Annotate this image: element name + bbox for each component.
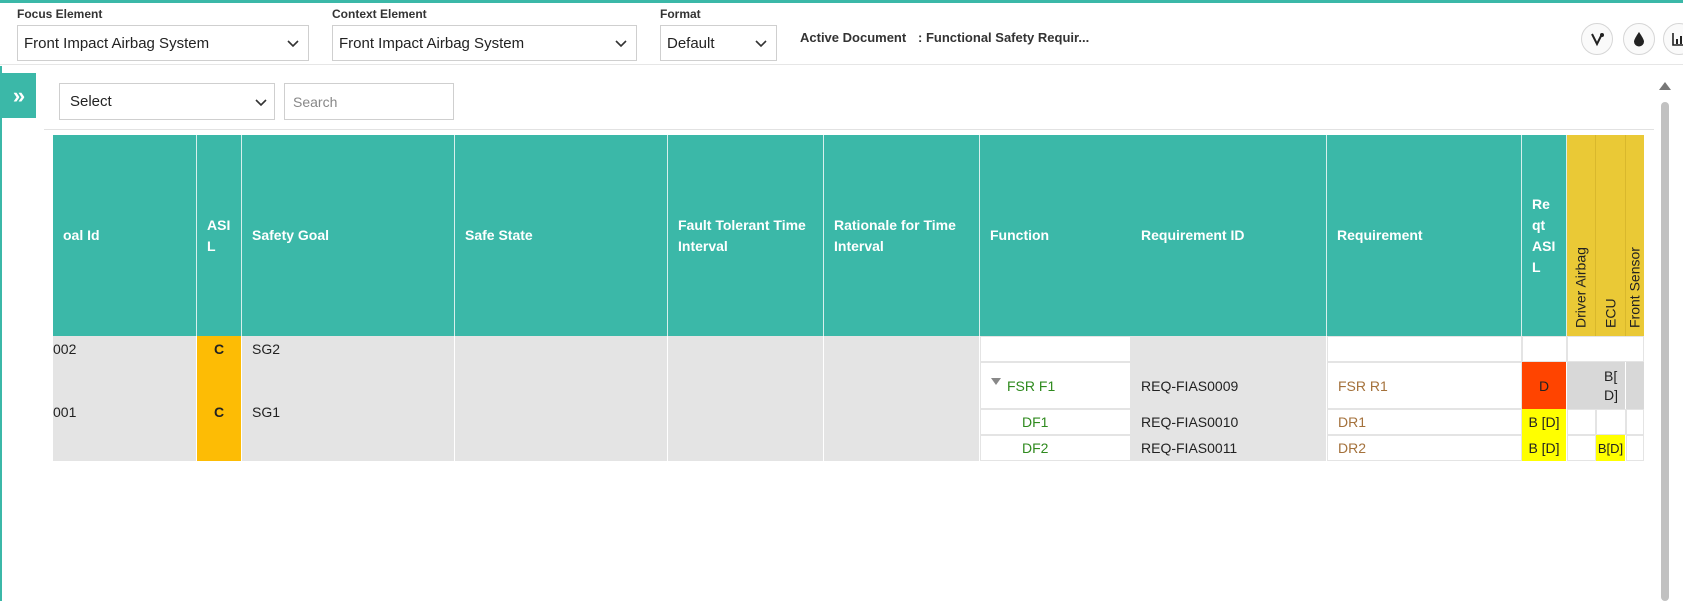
table-cell-requirement-id[interactable]: REQ-FIAS0009 [1131, 362, 1327, 409]
table-cell-rationale[interactable] [824, 336, 980, 362]
header-ftti[interactable]: Fault Tolerant Time Interval [668, 135, 824, 336]
active-document-value: : Functional Safety Requir... [918, 30, 1090, 45]
table-cell-safe-state[interactable] [455, 362, 668, 461]
table-cell-safe-state[interactable] [455, 336, 668, 362]
focus-element-select[interactable]: Front Impact Airbag System [17, 25, 309, 61]
table-cell-front-sensor[interactable] [1626, 362, 1644, 409]
header-safety-goal[interactable]: Safety Goal [242, 135, 455, 336]
graph-icon [1591, 33, 1604, 47]
table-cell-requirement-id[interactable]: REQ-FIAS0011 [1131, 435, 1327, 461]
drop-button[interactable] [1623, 23, 1655, 55]
header-front-sensor[interactable]: Front Sensor [1626, 135, 1644, 336]
header-driver-airbag[interactable]: Driver Airbag [1567, 135, 1596, 336]
context-element-value: Front Impact Airbag System [339, 34, 525, 52]
left-accent-line [0, 66, 2, 601]
table-cell-driver-airbag[interactable] [1567, 362, 1596, 409]
table-cell-requirement-id[interactable]: REQ-FIAS0010 [1131, 409, 1327, 435]
chevron-down-icon [615, 40, 627, 48]
table-cell-driver-airbag[interactable] [1567, 435, 1596, 461]
chart-button[interactable] [1663, 23, 1683, 55]
table-cell-rationale[interactable] [824, 362, 980, 461]
table-cell-requirement[interactable]: FSR R1 [1327, 362, 1522, 409]
table-cell-ecu[interactable]: B[ D] [1596, 362, 1626, 409]
active-document-label: Active Document [800, 30, 907, 45]
context-element-select[interactable]: Front Impact Airbag System [332, 25, 637, 61]
header-front-sensor-label: Front Sensor [1626, 247, 1643, 328]
function-name: FSR F1 [1007, 377, 1056, 394]
filter-select-value: Select [70, 93, 112, 110]
header-requirement[interactable]: Requirement [1327, 135, 1522, 336]
table-cell-requirement-id[interactable] [1131, 336, 1327, 362]
filter-select[interactable]: Select [59, 83, 275, 120]
double-chevron-right-icon: » [12, 82, 26, 108]
format-value: Default [667, 34, 715, 52]
table-cell-driver-airbag[interactable] [1567, 409, 1596, 435]
chart-icon [1672, 33, 1683, 46]
table-cell-ftti[interactable] [668, 362, 824, 461]
filter-divider [44, 129, 1654, 130]
table-cell-front-sensor[interactable] [1626, 435, 1644, 461]
graph-button[interactable] [1581, 23, 1613, 55]
focus-element-label: Focus Element [17, 7, 103, 21]
expand-panel-button[interactable]: » [2, 73, 36, 118]
header-requirement-id[interactable]: Requirement ID [1131, 135, 1327, 336]
focus-element-value: Front Impact Airbag System [24, 34, 210, 52]
table-cell-ecu[interactable]: B[D] [1596, 435, 1626, 461]
toolbar: Focus Element Front Impact Airbag System… [0, 3, 1683, 65]
table-cell-ftti[interactable] [668, 336, 824, 362]
chevron-down-icon [287, 40, 299, 48]
table-cell-goal-id[interactable]: 002 [53, 336, 197, 362]
header-rationale[interactable]: Rationale for Time Interval [824, 135, 980, 336]
header-ecu[interactable]: ECU [1596, 135, 1626, 336]
table-cell-reqt-asil[interactable]: D [1522, 362, 1567, 409]
caret-down-icon[interactable] [991, 377, 1001, 387]
table-cell-goal-id[interactable]: 001 [53, 362, 197, 461]
table-cell-asil[interactable]: C [197, 362, 242, 461]
header-asil[interactable]: ASI L [197, 135, 242, 336]
header-ecu-label: ECU [1602, 298, 1618, 328]
search-input[interactable] [284, 83, 454, 120]
table-cell-requirement[interactable]: DR2 [1327, 435, 1522, 461]
scrollbar-thumb[interactable] [1661, 102, 1669, 601]
header-reqt-asil[interactable]: Re qt ASI L [1522, 135, 1567, 336]
table-cell-requirement[interactable] [1327, 336, 1522, 362]
drop-icon [1634, 32, 1644, 47]
header-safe-state[interactable]: Safe State [455, 135, 668, 336]
table-cell-allocation[interactable] [1567, 336, 1644, 362]
table-cell-safety-goal[interactable]: SG1 [242, 362, 455, 461]
table-cell-function[interactable] [980, 336, 1131, 362]
chevron-down-icon [755, 40, 767, 48]
header-goal-id[interactable]: oal Id [53, 135, 197, 336]
table-cell-function[interactable]: FSR F1 [980, 362, 1131, 409]
table-cell-safety-goal[interactable]: SG2 [242, 336, 455, 362]
table-cell-asil[interactable]: C [197, 336, 242, 362]
header-function[interactable]: Function [980, 135, 1131, 336]
scroll-up-arrow-icon[interactable] [1659, 82, 1671, 90]
table-cell-function[interactable]: DF2 [980, 435, 1131, 461]
table-cell-ecu[interactable] [1596, 409, 1626, 435]
context-element-label: Context Element [332, 7, 427, 21]
table-cell-reqt-asil[interactable] [1522, 336, 1567, 362]
header-driver-airbag-label: Driver Airbag [1572, 247, 1589, 328]
format-select[interactable]: Default [660, 25, 777, 61]
table-cell-function[interactable]: DF1 [980, 409, 1131, 435]
toolbar-divider [0, 64, 1683, 65]
table-cell-front-sensor[interactable] [1626, 409, 1644, 435]
table-cell-reqt-asil[interactable]: B [D] [1522, 435, 1567, 461]
format-label: Format [660, 7, 701, 21]
chevron-down-icon [255, 99, 267, 107]
table-cell-reqt-asil[interactable]: B [D] [1522, 409, 1567, 435]
table-cell-requirement[interactable]: DR1 [1327, 409, 1522, 435]
